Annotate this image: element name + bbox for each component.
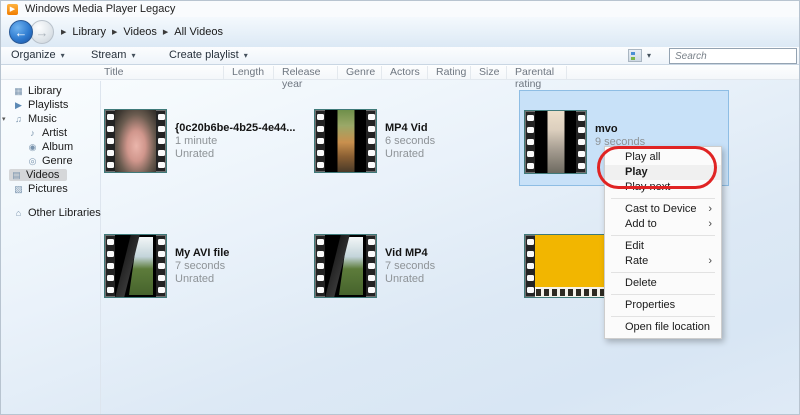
chevron-down-icon: ▾ xyxy=(131,51,136,60)
video-title: mvo xyxy=(595,123,618,135)
video-item[interactable]: {0c20b6be-4b25-4e44... 1 minute Unrated xyxy=(104,109,310,173)
video-title: {0c20b6be-4b25-4e44... xyxy=(175,122,296,134)
menu-separator xyxy=(611,294,715,295)
video-rating: Unrated xyxy=(385,273,425,285)
wmp-app-icon: ▶ xyxy=(7,3,18,15)
videos-icon: ▤ xyxy=(12,169,21,180)
video-length: 7 seconds xyxy=(175,260,226,272)
sidebar: ▦ Library ▶ Playlists ▾ ♫ Music ♪ Artist ◉ Al… xyxy=(1,81,101,414)
filmstrip-thumbnail xyxy=(314,109,377,173)
list-column-header: Title Length Release year Genre Actors R… xyxy=(1,65,799,90)
column-parental-rating[interactable]: Parental rating xyxy=(507,66,567,90)
artist-icon: ♪ xyxy=(30,128,35,138)
video-length: 6 seconds xyxy=(385,135,436,147)
stream-button[interactable]: Stream ▾ xyxy=(91,49,135,61)
menu-separator xyxy=(611,235,715,236)
view-options-icon[interactable] xyxy=(628,49,642,62)
navigation-bar: ← → ▶ Library ▶ Videos ▶ All Videos xyxy=(1,17,799,47)
column-actors[interactable]: Actors xyxy=(382,66,428,79)
video-rating: Unrated xyxy=(385,148,425,160)
breadcrumb-arrow-icon: ▶ xyxy=(61,29,67,36)
video-thumbnail-bridge xyxy=(535,111,576,173)
video-thumbnail-food xyxy=(115,110,156,172)
video-item[interactable]: My AVI file 7 seconds Unrated xyxy=(104,234,310,298)
sidebar-item-playlists[interactable]: ▶ Playlists xyxy=(1,98,101,112)
sidebar-item-library[interactable]: ▦ Library xyxy=(1,84,101,98)
red-annotation-oval xyxy=(597,146,717,189)
sidebar-item-other-libraries[interactable]: ⌂ Other Libraries xyxy=(1,206,101,220)
chevron-down-icon: ▾ xyxy=(60,51,65,60)
menu-separator xyxy=(611,316,715,317)
video-rating: Unrated xyxy=(175,148,215,160)
album-icon: ◉ xyxy=(28,141,37,152)
video-length: 1 minute xyxy=(175,135,218,147)
library-icon: ▦ xyxy=(14,85,23,96)
sidebar-item-genre[interactable]: ◎ Genre xyxy=(1,154,101,168)
genre-icon: ◎ xyxy=(28,155,37,166)
create-playlist-button[interactable]: Create playlist ▾ xyxy=(169,49,248,61)
video-item[interactable]: MP4 Vid 6 seconds Unrated xyxy=(314,109,520,173)
search-input[interactable] xyxy=(669,48,797,64)
menu-separator xyxy=(611,272,715,273)
breadcrumb-videos[interactable]: Videos xyxy=(123,26,156,38)
view-options-caret-icon[interactable]: ▾ xyxy=(647,51,651,60)
video-rating: Unrated xyxy=(175,273,215,285)
filmstrip-thumbnail xyxy=(104,109,167,173)
filmstrip-thumbnail xyxy=(104,234,167,298)
column-size[interactable]: Size xyxy=(471,66,507,79)
column-genre[interactable]: Genre xyxy=(338,66,382,79)
column-release-year[interactable]: Release year xyxy=(274,66,338,90)
video-title: MP4 Vid xyxy=(385,122,428,134)
music-icon: ♫ xyxy=(15,114,22,124)
video-item[interactable]: Vid MP4 7 seconds Unrated xyxy=(314,234,520,298)
organize-button[interactable]: Organize ▾ xyxy=(11,49,65,61)
sidebar-item-album[interactable]: ◉ Album xyxy=(1,140,101,154)
toolbar: Organize ▾ Stream ▾ Create playlist ▾ ▾ xyxy=(1,47,799,65)
filmstrip-thumbnail xyxy=(314,234,377,298)
column-title[interactable]: Title xyxy=(96,66,224,79)
window-title: Windows Media Player Legacy xyxy=(25,3,176,15)
sidebar-item-music[interactable]: ▾ ♫ Music xyxy=(1,112,101,126)
video-title: My AVI file xyxy=(175,247,230,259)
menu-item-delete[interactable]: Delete xyxy=(605,276,721,291)
breadcrumb-all-videos[interactable]: All Videos xyxy=(174,26,223,38)
back-button[interactable]: ← xyxy=(9,20,33,44)
breadcrumb-library[interactable]: Library xyxy=(72,26,106,38)
wmp-window: ▶ Windows Media Player Legacy ← → ▶ Libr… xyxy=(0,0,800,415)
breadcrumb-arrow-icon: ▶ xyxy=(112,29,118,36)
column-length[interactable]: Length xyxy=(224,66,274,79)
menu-item-cast-to-device[interactable]: Cast to Device xyxy=(605,202,721,217)
video-thumbnail-path xyxy=(325,110,366,172)
playlists-icon: ▶ xyxy=(15,99,22,110)
filmstrip-thumbnail xyxy=(524,110,587,174)
filmstrip-thumbnail xyxy=(524,234,606,298)
expand-chevron-icon[interactable]: ▾ xyxy=(2,115,6,123)
breadcrumb: ▶ Library ▶ Videos ▶ All Videos xyxy=(61,26,223,38)
forward-button[interactable]: → xyxy=(30,20,54,44)
video-length: 7 seconds xyxy=(385,260,436,272)
video-thumbnail-car-window xyxy=(325,235,366,297)
pictures-icon: ▧ xyxy=(14,183,23,194)
chevron-down-icon: ▾ xyxy=(243,51,248,60)
sidebar-item-videos[interactable]: ▤ Videos xyxy=(1,168,101,182)
column-rating[interactable]: Rating xyxy=(428,66,471,79)
sidebar-item-pictures[interactable]: ▧ Pictures xyxy=(1,182,101,196)
menu-separator xyxy=(611,198,715,199)
menu-item-add-to[interactable]: Add to xyxy=(605,217,721,232)
sidebar-item-artist[interactable]: ♪ Artist xyxy=(1,126,101,140)
menu-item-properties[interactable]: Properties xyxy=(605,298,721,313)
video-thumbnail-yellow xyxy=(535,235,605,297)
menu-item-edit[interactable]: Edit xyxy=(605,239,721,254)
menu-item-rate[interactable]: Rate xyxy=(605,254,721,269)
menu-item-open-file-location[interactable]: Open file location xyxy=(605,320,721,335)
video-thumbnail-car-window xyxy=(115,235,156,297)
title-bar: ▶ Windows Media Player Legacy xyxy=(1,1,799,17)
video-title: Vid MP4 xyxy=(385,247,428,259)
other-libraries-icon: ⌂ xyxy=(15,208,22,218)
breadcrumb-arrow-icon: ▶ xyxy=(162,29,169,36)
